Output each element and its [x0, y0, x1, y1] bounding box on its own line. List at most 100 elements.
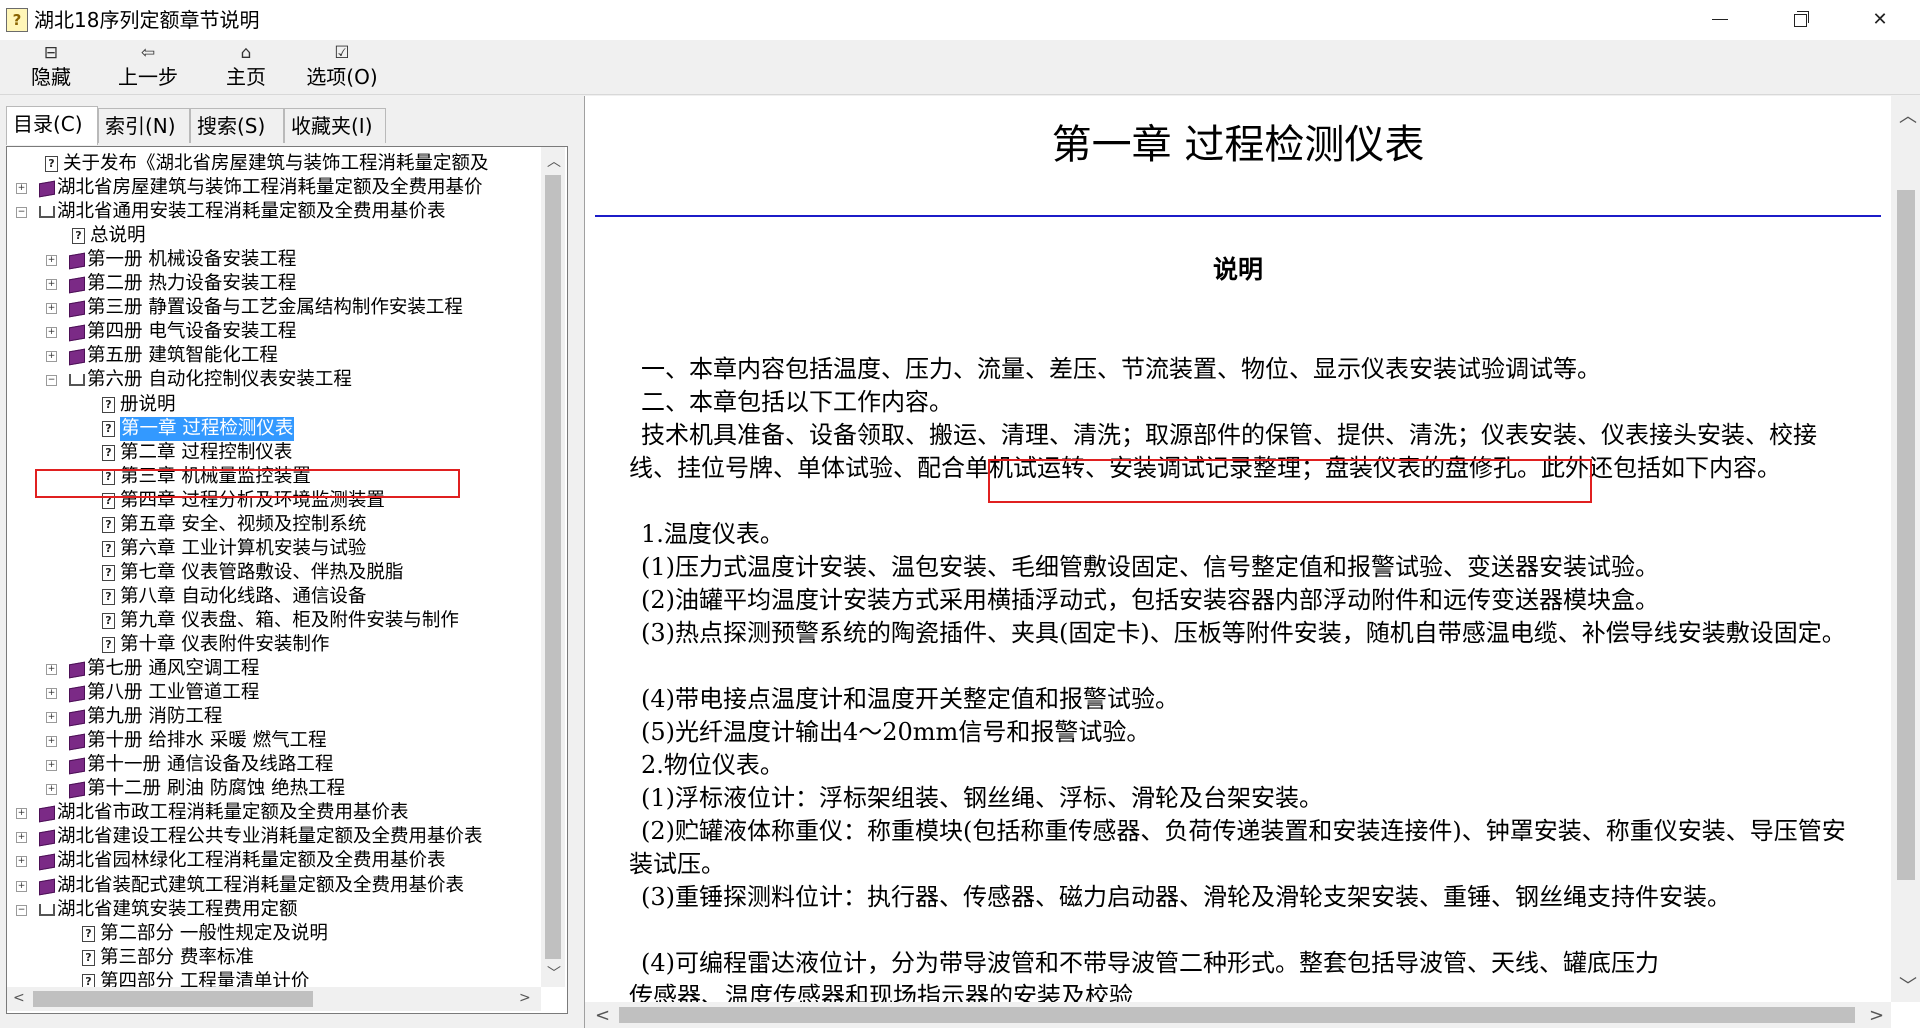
tree-item[interactable]: + 第二册 热力设备安装工程	[7, 272, 537, 296]
tree-item[interactable]: ? 册说明	[7, 393, 537, 417]
tree-item[interactable]: ? 第八章 自动化线路、通信设备	[7, 585, 537, 609]
tree-item[interactable]: − 湖北省建筑安装工程费用定额	[7, 898, 537, 922]
paragraph: 2.物位仪表。	[641, 751, 784, 779]
options-button[interactable]: ☑ 选项(O)	[302, 42, 382, 92]
tab-index[interactable]: 索引(N)	[98, 108, 190, 143]
tree-item[interactable]: ? 第五章 安全、视频及控制系统	[7, 513, 537, 537]
scroll-down-icon[interactable]: ﹀	[1899, 972, 1917, 998]
tree-item[interactable]: + 第九册 消防工程	[7, 705, 537, 729]
book-closed-icon	[39, 180, 55, 198]
tree-item[interactable]: + 第一册 机械设备安装工程	[7, 248, 537, 272]
book-closed-icon	[39, 805, 55, 823]
tree-item[interactable]: + 湖北省市政工程消耗量定额及全费用基价表	[7, 801, 537, 825]
expand-icon[interactable]: +	[46, 279, 57, 291]
tree-item[interactable]: + 第七册 通风空调工程	[7, 657, 537, 681]
hide-label: 隐藏	[31, 65, 71, 89]
tree-item[interactable]: ? 第二部分 一般性规定及说明	[7, 922, 537, 946]
paragraph: (2)贮罐液体称重仪：称重模块(包括称重传感器、负荷传递装置和安装连接件)、钟罩…	[629, 817, 1846, 878]
tree-item[interactable]: ? 第四部分 工程量清单计价	[7, 970, 537, 987]
scroll-up-icon[interactable]: ︿	[1899, 102, 1917, 128]
expand-icon[interactable]: +	[46, 327, 57, 339]
home-icon: ⌂	[240, 43, 252, 63]
tree-item[interactable]: ? 第六章 工业计算机安装与试验	[7, 537, 537, 561]
tree-item[interactable]: − 湖北省通用安装工程消耗量定额及全费用基价表	[7, 200, 537, 224]
tree-item[interactable]: ? 关于发布《湖北省房屋建筑与装饰工程消耗量定额及	[7, 152, 537, 176]
document-hscroll-thumb[interactable]	[619, 1007, 1855, 1023]
book-closed-icon	[69, 781, 85, 799]
tree-item-label: 湖北省通用安装工程消耗量定额及全费用基价表	[57, 201, 446, 223]
tree-item[interactable]: + 第三册 静置设备与工艺金属结构制作安装工程	[7, 296, 537, 320]
expand-icon[interactable]: +	[16, 880, 27, 892]
tree-item[interactable]: ? 第七章 仪表管路敷设、伴热及脱脂	[7, 561, 537, 585]
document-horizontal-scrollbar[interactable]: < >	[585, 1002, 1891, 1028]
tree-item[interactable]: ? 第三部分 费率标准	[7, 946, 537, 970]
expand-icon[interactable]: +	[46, 784, 57, 796]
scroll-right-icon[interactable]: >	[519, 990, 531, 1006]
book-closed-icon	[69, 661, 85, 679]
tree-item[interactable]: ? 第九章 仪表盘、箱、柜及附件安装与制作	[7, 609, 537, 633]
help-file-icon: ?	[6, 8, 28, 32]
expand-icon[interactable]: +	[46, 351, 57, 363]
expand-icon[interactable]: +	[16, 808, 27, 820]
tree-item[interactable]: ? 第一章 过程检测仪表	[7, 416, 537, 441]
tree-vertical-scrollbar[interactable]: ︿ ﹀	[541, 147, 565, 987]
scroll-right-icon[interactable]: >	[1869, 1005, 1884, 1026]
expand-icon[interactable]: +	[16, 183, 27, 195]
tree-item[interactable]: + 第五册 建筑智能化工程	[7, 344, 537, 368]
expand-icon[interactable]: +	[46, 688, 57, 700]
tree-scroll-thumb[interactable]	[545, 175, 561, 959]
book-open-icon	[39, 206, 55, 219]
tree-item[interactable]: + 湖北省房屋建筑与装饰工程消耗量定额及全费用基价	[7, 176, 537, 200]
back-arrow-icon: ⇦	[140, 43, 156, 63]
expand-icon[interactable]: +	[16, 832, 27, 844]
scroll-down-icon[interactable]: ﹀	[547, 963, 561, 983]
document-vertical-scrollbar[interactable]: ︿ ﹀	[1891, 96, 1920, 1002]
collapse-icon[interactable]: −	[16, 207, 27, 219]
expand-icon[interactable]: +	[46, 255, 57, 267]
tree-item[interactable]: + 第四册 电气设备安装工程	[7, 320, 537, 344]
tree-item[interactable]: ? 总说明	[7, 224, 537, 248]
navigation-pane: 目录(C) 索引(N) 搜索(S) 收藏夹(I) ? 关于发布《湖北省房屋建筑与装…	[0, 96, 578, 1028]
options-label: 选项(O)	[306, 65, 378, 89]
expand-icon[interactable]: +	[46, 736, 57, 748]
back-button[interactable]: ⇦ 上一步	[112, 42, 184, 92]
minimize-button[interactable]	[1692, 0, 1748, 40]
expand-icon[interactable]: +	[46, 664, 57, 676]
tree-item[interactable]: + 第八册 工业管道工程	[7, 681, 537, 705]
tab-favorites[interactable]: 收藏夹(I)	[284, 108, 386, 143]
collapse-icon[interactable]: −	[16, 904, 27, 916]
restore-button[interactable]	[1772, 0, 1828, 40]
expand-icon[interactable]: +	[46, 303, 57, 315]
close-button[interactable]: ✕	[1852, 0, 1908, 40]
document-scroll-thumb[interactable]	[1897, 190, 1915, 880]
scroll-left-icon[interactable]: <	[13, 990, 25, 1006]
tree-item[interactable]: + 第十一册 通信设备及线路工程	[7, 753, 537, 777]
tab-contents[interactable]: 目录(C)	[6, 106, 98, 145]
tree-item-label: 第二部分 一般性规定及说明	[100, 922, 328, 944]
hide-button[interactable]: ⊟ 隐藏	[26, 42, 76, 92]
scroll-up-icon[interactable]: ︿	[547, 151, 561, 171]
expand-icon[interactable]: +	[46, 712, 57, 724]
tree-item[interactable]: + 湖北省装配式建筑工程消耗量定额及全费用基价表	[7, 874, 537, 898]
tree-item-label: 湖北省建设工程公共专业消耗量定额及全费用基价表	[57, 826, 483, 848]
tree-item[interactable]: + 湖北省建设工程公共专业消耗量定额及全费用基价表	[7, 825, 537, 849]
scroll-left-icon[interactable]: <	[595, 1005, 610, 1026]
tree-item[interactable]: + 第十二册 刷油 防腐蚀 绝热工程	[7, 777, 537, 801]
tab-search[interactable]: 搜索(S)	[190, 108, 284, 143]
tree-item[interactable]: − 第六册 自动化控制仪表安装工程	[7, 368, 537, 392]
collapse-icon[interactable]: −	[46, 375, 57, 387]
tree-item[interactable]: ? 第二章 过程控制仪表	[7, 441, 537, 465]
book-closed-icon	[69, 348, 85, 366]
expand-icon[interactable]: +	[16, 856, 27, 868]
tree-item[interactable]: + 第十册 给排水 采暖 燃气工程	[7, 729, 537, 753]
tree-item[interactable]: ? 第十章 仪表附件安装制作	[7, 633, 537, 657]
paragraph: (1)压力式温度计安装、温包安装、毛细管敷设固定、信号整定值和报警试验、变送器安…	[641, 553, 1659, 581]
tree-hscroll-thumb[interactable]	[33, 991, 313, 1007]
expand-icon[interactable]: +	[46, 760, 57, 772]
contents-tree[interactable]: ? 关于发布《湖北省房屋建筑与装饰工程消耗量定额及 + 湖北省房屋建筑与装饰工程消耗量…	[6, 146, 568, 1014]
home-button[interactable]: ⌂ 主页	[222, 42, 270, 92]
tree-horizontal-scrollbar[interactable]: < >	[7, 987, 541, 1011]
tree-item[interactable]: + 湖北省园林绿化工程消耗量定额及全费用基价表	[7, 849, 537, 873]
tree-item-label: 第八章 自动化线路、通信设备	[120, 585, 367, 607]
tree-item-label: 第三部分 费率标准	[100, 946, 254, 968]
